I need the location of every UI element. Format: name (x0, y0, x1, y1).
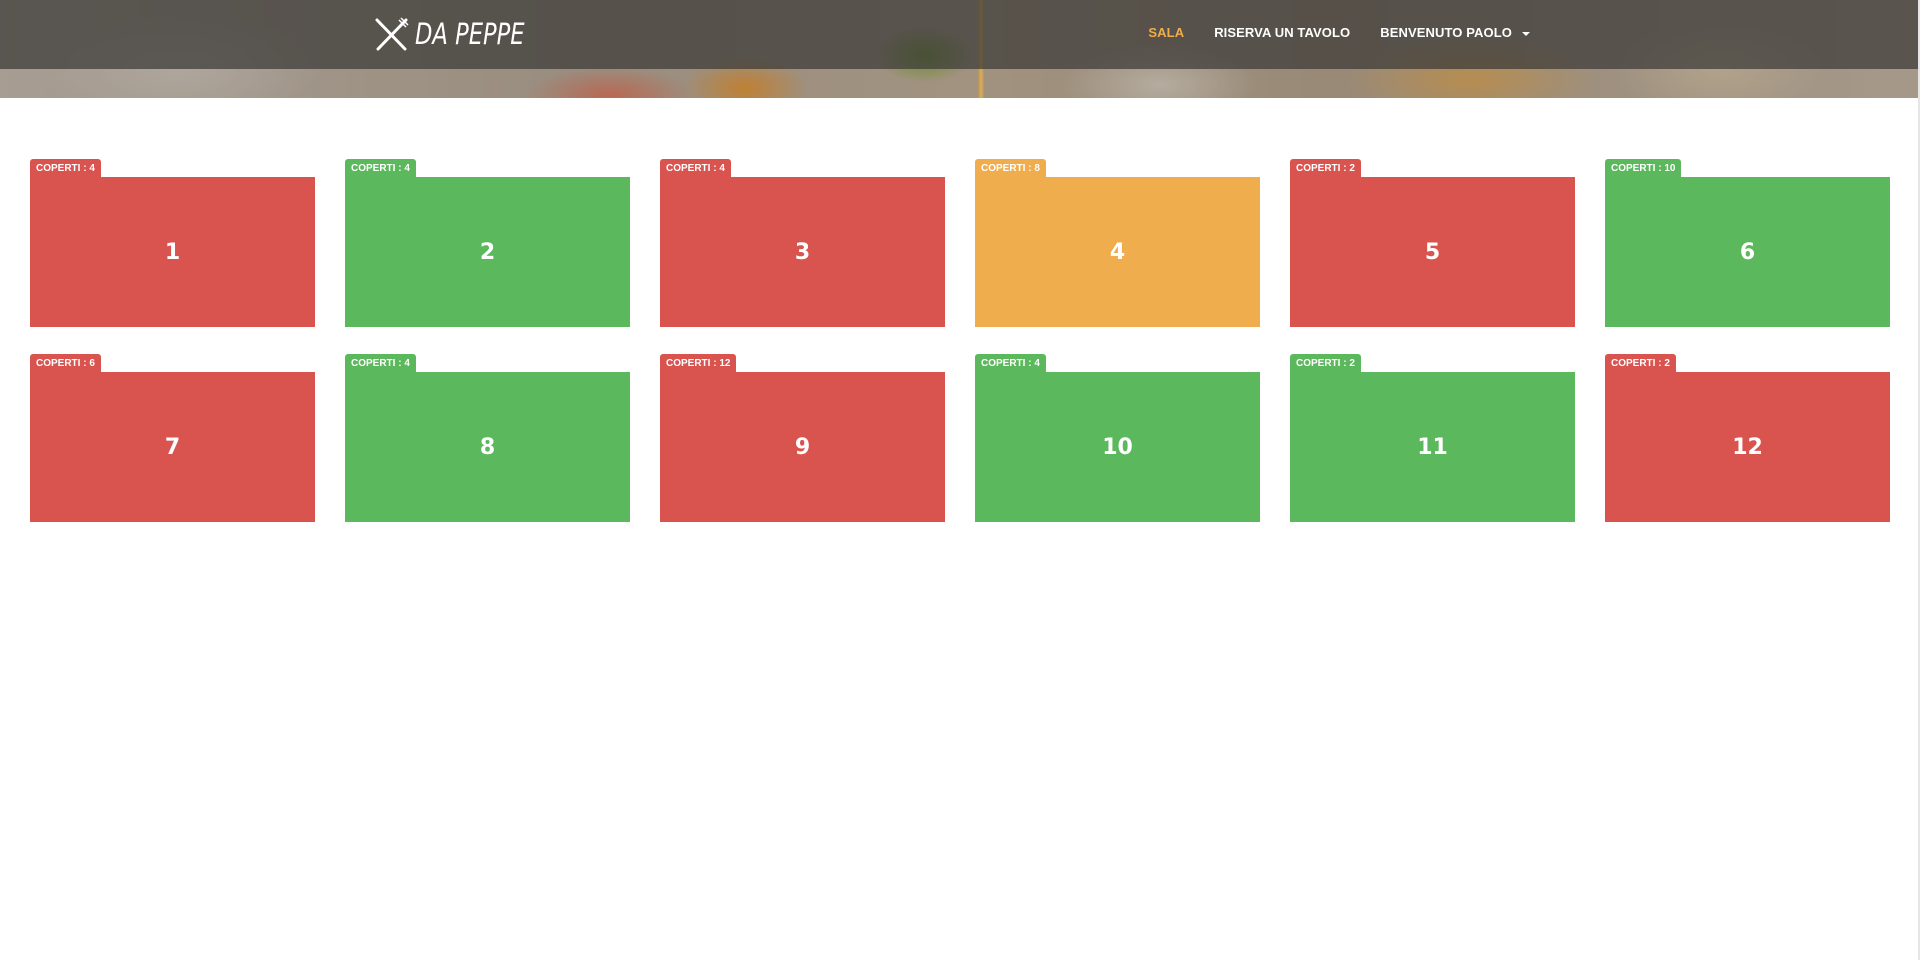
covers-badge: COPERTI : 6 (30, 354, 101, 373)
table-number: 10 (1102, 434, 1133, 460)
table-number: 5 (1424, 239, 1441, 265)
brand-logo[interactable]: DA PEPPE (373, 14, 556, 54)
nav-item-riserva-un-tavolo[interactable]: RISERVA UN TAVOLO (1214, 25, 1350, 40)
table-number: 7 (164, 434, 181, 460)
table-number: 9 (794, 434, 811, 460)
table-card[interactable]: COPERTI : 4 10 (975, 354, 1260, 522)
table-card[interactable]: COPERTI : 8 4 (975, 159, 1260, 327)
table-tile[interactable]: 4 (975, 177, 1260, 327)
tables-grid: COPERTI : 4 1 COPERTI : 4 2 COPERTI : 4 3 COPE… (30, 159, 1890, 522)
table-card[interactable]: COPERTI : 2 5 (1290, 159, 1575, 327)
table-number: 3 (794, 239, 811, 265)
nav-item-sala[interactable]: SALA (1148, 25, 1184, 40)
covers-badge: COPERTI : 4 (660, 159, 731, 178)
table-card[interactable]: COPERTI : 4 2 (345, 159, 630, 327)
covers-badge: COPERTI : 12 (660, 354, 737, 373)
table-tile[interactable]: 8 (345, 372, 630, 522)
table-tile[interactable]: 1 (30, 177, 315, 327)
table-number: 6 (1739, 239, 1756, 265)
user-menu-label: BENVENUTO PAOLO (1380, 25, 1512, 40)
table-tile[interactable]: 11 (1290, 372, 1575, 522)
table-card[interactable]: COPERTI : 4 1 (30, 159, 315, 327)
table-tile[interactable]: 12 (1605, 372, 1890, 522)
table-card[interactable]: COPERTI : 10 6 (1605, 159, 1890, 327)
covers-badge: COPERTI : 4 (345, 159, 416, 178)
table-tile[interactable]: 6 (1605, 177, 1890, 327)
fork-knife-icon (373, 16, 409, 52)
table-card[interactable]: COPERTI : 2 11 (1290, 354, 1575, 522)
table-card[interactable]: COPERTI : 6 7 (30, 354, 315, 522)
covers-badge: COPERTI : 2 (1605, 354, 1676, 373)
nav-item-user-menu[interactable]: BENVENUTO PAOLO (1380, 25, 1530, 40)
covers-badge: COPERTI : 8 (975, 159, 1046, 178)
covers-badge: COPERTI : 4 (345, 354, 416, 373)
table-tile[interactable]: 2 (345, 177, 630, 327)
covers-badge: COPERTI : 2 (1290, 159, 1361, 178)
table-card[interactable]: COPERTI : 2 12 (1605, 354, 1890, 522)
table-tile[interactable]: 9 (660, 372, 945, 522)
table-number: 12 (1732, 434, 1763, 460)
table-number: 8 (479, 434, 496, 460)
main-nav: SALA RISERVA UN TAVOLO BENVENUTO PAOLO (1118, 0, 1530, 65)
navbar: DA PEPPE SALA RISERVA UN TAVOLO BENVENUT… (0, 0, 1918, 69)
table-number: 11 (1417, 434, 1448, 460)
table-tile[interactable]: 7 (30, 372, 315, 522)
covers-badge: COPERTI : 2 (1290, 354, 1361, 373)
table-number: 4 (1109, 239, 1126, 265)
covers-badge: COPERTI : 4 (975, 354, 1046, 373)
table-tile[interactable]: 3 (660, 177, 945, 327)
covers-badge: COPERTI : 10 (1605, 159, 1682, 178)
table-number: 2 (479, 239, 496, 265)
table-tile[interactable]: 5 (1290, 177, 1575, 327)
table-card[interactable]: COPERTI : 4 8 (345, 354, 630, 522)
table-tile[interactable]: 10 (975, 372, 1260, 522)
table-number: 1 (164, 239, 181, 265)
table-card[interactable]: COPERTI : 12 9 (660, 354, 945, 522)
covers-badge: COPERTI : 4 (30, 159, 101, 178)
table-card[interactable]: COPERTI : 4 3 (660, 159, 945, 327)
brand-name: DA PEPPE (415, 17, 525, 51)
chevron-down-icon (1522, 31, 1530, 36)
